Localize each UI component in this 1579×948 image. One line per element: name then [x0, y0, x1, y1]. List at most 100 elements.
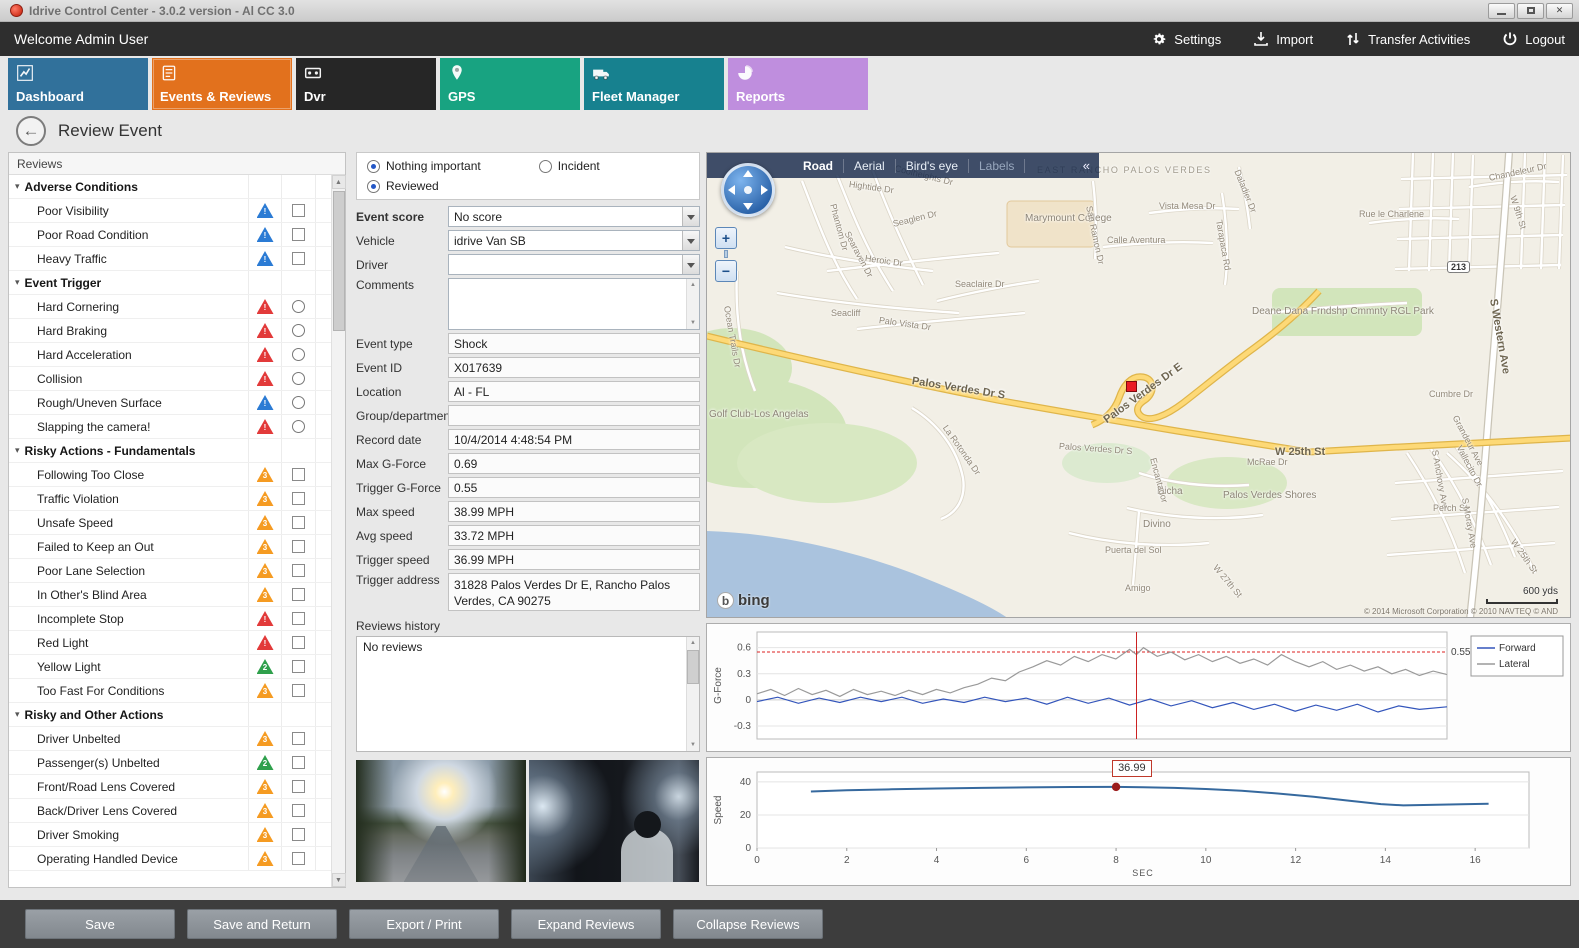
tab-fleet-manager[interactable]: Fleet Manager: [584, 58, 724, 110]
reviews-history-list[interactable]: No reviews ▲ ▼: [356, 636, 700, 752]
map-view-labels[interactable]: Labels: [969, 159, 1025, 173]
vehicle-select[interactable]: idrive Van SB: [448, 230, 700, 251]
save-button[interactable]: Save: [25, 909, 175, 939]
collapse-reviews-button[interactable]: Collapse Reviews: [673, 909, 823, 939]
comments-textarea[interactable]: [449, 279, 686, 329]
yellow-light-checkbox[interactable]: [292, 660, 305, 673]
slapping-the-camera-radio[interactable]: [292, 420, 305, 433]
svg-text:G-Force: G-Force: [713, 667, 724, 704]
maximize-button[interactable]: [1517, 3, 1544, 19]
reviewed-radio[interactable]: [367, 180, 380, 193]
driver-smoking-checkbox[interactable]: [292, 828, 305, 841]
pan-left-icon: [728, 185, 735, 195]
poor-lane-selection-checkbox[interactable]: [292, 564, 305, 577]
front-road-lens-covered-checkbox[interactable]: [292, 780, 305, 793]
collapse-arrow-icon[interactable]: ▾: [15, 277, 20, 288]
incident-radio[interactable]: [539, 160, 552, 173]
nothing-important-radio[interactable]: [367, 160, 380, 173]
export-print-button[interactable]: Export / Print: [349, 909, 499, 939]
minimize-button[interactable]: [1488, 3, 1515, 19]
severity-warn-icon: 3: [257, 851, 274, 866]
comments-scrollbar[interactable]: ▲▼: [686, 279, 699, 329]
driver-label: Driver: [356, 258, 448, 272]
zoom-in-button[interactable]: +: [715, 227, 737, 249]
in-other-s-blind-area-checkbox[interactable]: [292, 588, 305, 601]
event-location-marker[interactable]: [1126, 381, 1137, 392]
incomplete-stop-checkbox[interactable]: [292, 612, 305, 625]
hard-acceleration-radio[interactable]: [292, 348, 305, 361]
operating-handled-device-checkbox[interactable]: [292, 852, 305, 865]
zoom-track: [724, 250, 728, 258]
severity-warn-icon: 3: [257, 731, 274, 746]
poor-road-condition-checkbox[interactable]: [292, 228, 305, 241]
expand-reviews-button[interactable]: Expand Reviews: [511, 909, 661, 939]
map-view-aerial[interactable]: Aerial: [844, 159, 896, 173]
review-group-risky-and-other-actions[interactable]: ▾Risky and Other Actions: [9, 703, 331, 727]
trigger-speed-label: Trigger speed: [356, 553, 448, 567]
driver-unbelted-checkbox[interactable]: [292, 732, 305, 745]
review-item-hard-braking: Hard Braking!: [9, 319, 331, 343]
review-group-adverse-conditions[interactable]: ▾Adverse Conditions: [9, 175, 331, 199]
transfer-activities-label: Transfer Activities: [1368, 32, 1470, 47]
passenger-s-unbelted-checkbox[interactable]: [292, 756, 305, 769]
tab-dashboard[interactable]: Dashboard: [8, 58, 148, 110]
front-camera-video-thumb[interactable]: [356, 760, 526, 882]
hard-braking-radio[interactable]: [292, 324, 305, 337]
heavy-traffic-checkbox[interactable]: [292, 252, 305, 265]
zoom-out-button[interactable]: −: [715, 260, 737, 282]
back-button[interactable]: ←: [16, 116, 46, 146]
review-group-risky-actions-fundamentals[interactable]: ▾Risky Actions - Fundamentals: [9, 439, 331, 463]
severity-danger-icon: !: [257, 299, 274, 314]
tab-reports[interactable]: Reports: [728, 58, 868, 110]
review-item-poor-road-condition: Poor Road Condition!: [9, 223, 331, 247]
too-fast-for-conditions-checkbox[interactable]: [292, 684, 305, 697]
poor-visibility-checkbox[interactable]: [292, 204, 305, 217]
tab-dvr[interactable]: Dvr: [296, 58, 436, 110]
following-too-close-checkbox[interactable]: [292, 468, 305, 481]
back-driver-lens-covered-checkbox[interactable]: [292, 804, 305, 817]
hard-cornering-radio[interactable]: [292, 300, 305, 313]
scroll-thumb[interactable]: [333, 191, 345, 331]
scroll-down-icon[interactable]: ▼: [332, 873, 346, 887]
tab-gps[interactable]: GPS: [440, 58, 580, 110]
map-view-bird-s-eye[interactable]: Bird's eye: [896, 159, 969, 173]
collapse-arrow-icon[interactable]: ▾: [15, 709, 20, 720]
tab-events-reviews[interactable]: Events & Reviews: [152, 58, 292, 110]
review-group-event-trigger[interactable]: ▾Event Trigger: [9, 271, 331, 295]
reviews-history-scrollbar[interactable]: ▲ ▼: [686, 637, 699, 751]
rough-uneven-surface-radio[interactable]: [292, 396, 305, 409]
settings-button[interactable]: Settings: [1151, 31, 1221, 47]
cabin-camera-video-thumb[interactable]: [529, 760, 699, 882]
close-button[interactable]: ✕: [1546, 3, 1573, 19]
collision-radio[interactable]: [292, 372, 305, 385]
collapse-arrow-icon[interactable]: ▾: [15, 445, 20, 456]
map-label: S Western Ave: [1487, 298, 1512, 375]
map-panel[interactable]: EAST RANCHO PALOS VERDESMarymount Colleg…: [706, 152, 1571, 618]
event-score-select[interactable]: No score: [448, 206, 700, 227]
failed-to-keep-an-out-checkbox[interactable]: [292, 540, 305, 553]
map-label: Encantador: [1148, 457, 1170, 504]
unsafe-speed-checkbox[interactable]: [292, 516, 305, 529]
import-button[interactable]: Import: [1253, 31, 1313, 47]
scroll-up-icon[interactable]: ▲: [687, 637, 699, 649]
severity-warn-icon: 3: [257, 467, 274, 482]
traffic-violation-checkbox[interactable]: [292, 492, 305, 505]
back-arrow-icon: ←: [23, 121, 40, 141]
map-collapse-button[interactable]: «: [1074, 158, 1099, 173]
scroll-thumb[interactable]: [687, 650, 699, 684]
map-view-road[interactable]: Road: [793, 159, 844, 173]
scroll-up-icon[interactable]: ▲: [332, 175, 346, 189]
scroll-up-icon[interactable]: ▲: [687, 279, 699, 291]
driver-select[interactable]: [448, 254, 700, 275]
save-and-return-button[interactable]: Save and Return: [187, 909, 337, 939]
map-pan-control[interactable]: [721, 163, 775, 217]
review-item-incomplete-stop: Incomplete Stop!: [9, 607, 331, 631]
scroll-down-icon[interactable]: ▼: [687, 739, 699, 751]
collapse-arrow-icon[interactable]: ▾: [15, 181, 20, 192]
logout-button[interactable]: Logout: [1502, 31, 1565, 47]
red-light-checkbox[interactable]: [292, 636, 305, 649]
video-thumbnails: [356, 760, 700, 882]
reviews-scrollbar[interactable]: ▲ ▼: [331, 175, 345, 887]
transfer-activities-button[interactable]: Transfer Activities: [1345, 31, 1470, 47]
scroll-down-icon[interactable]: ▼: [687, 317, 699, 329]
